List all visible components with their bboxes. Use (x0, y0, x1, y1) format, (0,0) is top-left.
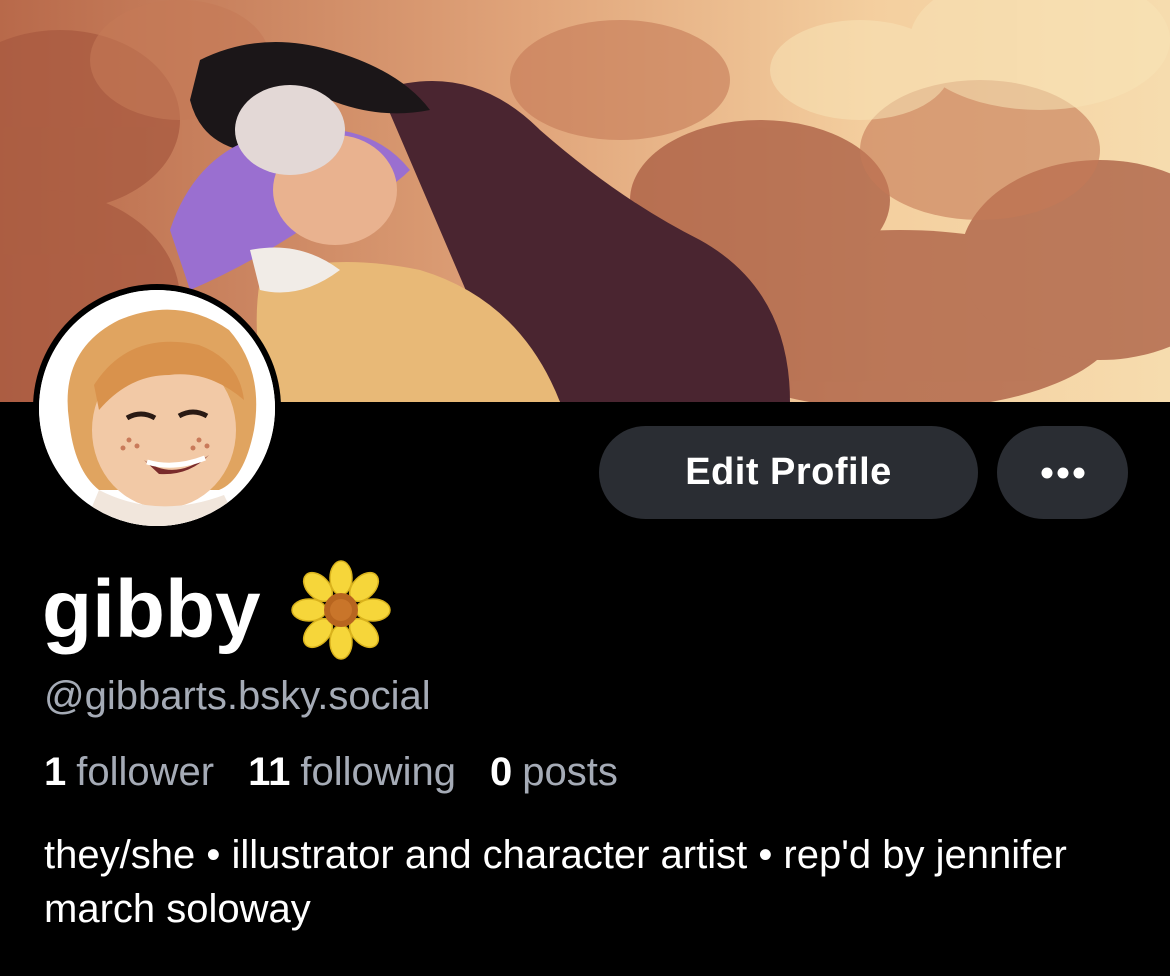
profile-stats: 1 follower 11 following 0 posts (44, 750, 618, 795)
posts-stat: 0 posts (490, 750, 618, 795)
edit-profile-label: Edit Profile (685, 451, 892, 493)
more-options-button[interactable] (997, 426, 1128, 519)
following-count: 11 (248, 750, 291, 794)
posts-label: posts (522, 750, 618, 794)
following-label: following (300, 750, 457, 794)
avatar[interactable] (33, 284, 281, 532)
following-link[interactable]: 11 following (248, 750, 456, 795)
profile-bio: they/she • illustrator and character art… (44, 833, 1067, 931)
display-name: gibby (42, 564, 261, 655)
followers-link[interactable]: 1 follower (44, 750, 214, 795)
profile-handle: @gibbarts.bsky.social (44, 674, 431, 718)
followers-count: 1 (44, 750, 67, 794)
avatar-image (39, 290, 275, 526)
edit-profile-button[interactable]: Edit Profile (599, 426, 978, 519)
sunflower-icon (290, 560, 391, 660)
display-name-row: gibby (42, 560, 391, 660)
profile-page: Edit Profile gibby @gibbarts.bsky.social… (0, 0, 1170, 976)
posts-count: 0 (490, 750, 513, 794)
followers-label: follower (76, 750, 215, 794)
ellipsis-icon (1041, 467, 1084, 478)
